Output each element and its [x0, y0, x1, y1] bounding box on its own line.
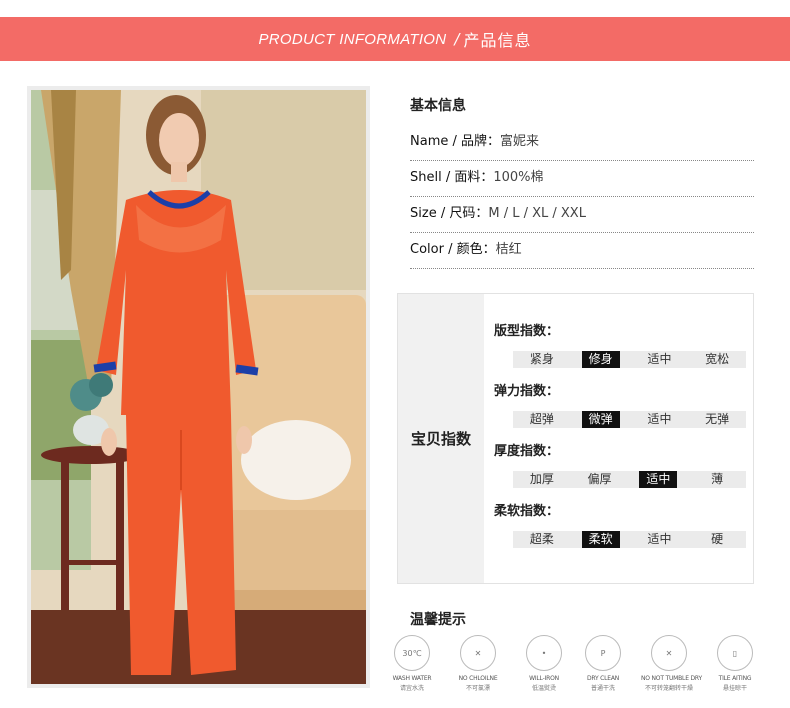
index-option: 薄 [711, 472, 724, 486]
care-glyph: • [541, 648, 547, 658]
index-option: 宽松 [705, 352, 730, 366]
care-english-label: DRY CLEAN [586, 675, 620, 682]
info-label: Shell / 面料： [410, 170, 494, 185]
care-item-no-bleach: ✕ NO CHLOILNE 不可氯漂 [450, 635, 506, 692]
index-option: 适中 [647, 352, 672, 366]
care-item-tile-dry: ▯ TILE AITING 悬挂晾干 [707, 635, 763, 692]
info-label: Size / 尺码： [410, 206, 489, 221]
thickness-index-label: 厚度指数： [494, 444, 560, 459]
index-option: 紧身 [529, 352, 554, 366]
fit-index-scale: 紧身 修身 适中 宽松 [513, 351, 746, 368]
info-value: 富妮来 [500, 134, 540, 149]
tile-dry-icon: ▯ [717, 635, 753, 671]
fit-index-label: 版型指数： [494, 324, 560, 339]
basic-info-title: 基本信息 [410, 98, 466, 114]
care-chinese-label: 普通干洗 [590, 685, 615, 692]
info-row-color: Color / 颜色：桔红 [410, 232, 754, 269]
info-row-name: Name / 品牌：富妮来 [410, 124, 754, 161]
product-index-panel: 宝贝指数 版型指数： 紧身 修身 适中 宽松 弹力指数： 超弹 微弹 适中 无弹… [397, 293, 754, 584]
care-glyph: ▯ [732, 648, 738, 658]
care-glyph: P [600, 648, 606, 658]
product-photo [27, 86, 370, 688]
index-option-selected: 微弹 [581, 411, 620, 428]
care-item-wash: 30℃ WASH WATER 请宜水洗 [384, 635, 440, 692]
dry-clean-icon: P [585, 635, 621, 671]
info-value: 100%棉 [493, 170, 544, 185]
care-glyph: 30℃ [402, 648, 422, 658]
care-chinese-label: 请宜水洗 [399, 685, 424, 692]
info-label: Color / 颜色： [410, 242, 496, 257]
index-option: 适中 [647, 412, 672, 426]
care-english-label: NO NOT TUMBLE DRY [641, 675, 702, 682]
index-option-selected: 适中 [639, 471, 678, 488]
info-label: Name / 品牌： [410, 134, 500, 149]
care-english-label: TILE AITING [718, 675, 752, 682]
elasticity-index-scale: 超弹 微弹 适中 无弹 [513, 411, 746, 428]
info-row-shell: Shell / 面料：100%棉 [410, 160, 754, 197]
product-information-banner: PRODUCT INFORMATION / 产品信息 [0, 17, 790, 61]
model-pajama-illustration [31, 90, 366, 684]
index-option-selected: 柔软 [581, 531, 620, 548]
wash-30-icon: 30℃ [394, 635, 430, 671]
care-chinese-label: 不可氯漂 [465, 685, 490, 692]
index-option: 偏厚 [587, 472, 612, 486]
care-glyph: ✕ [474, 648, 482, 658]
index-option-selected: 修身 [581, 351, 620, 368]
softness-index-label: 柔软指数： [494, 504, 560, 519]
index-option: 超柔 [529, 532, 554, 546]
care-item-low-iron: • WILL-IRON 低温熨烫 [516, 635, 572, 692]
care-english-label: WILL-IRON [529, 675, 559, 682]
care-item-no-tumble-dry: ✕ NO NOT TUMBLE DRY 不可转笼翻转干燥 [641, 635, 702, 692]
care-english-label: NO CHLOILNE [458, 675, 498, 682]
care-chinese-label: 不可转笼翻转干燥 [644, 685, 693, 692]
care-english-label: WASH WATER [392, 675, 432, 682]
no-bleach-icon: ✕ [460, 635, 496, 671]
index-option: 硬 [711, 532, 724, 546]
care-tips-title: 温馨提示 [410, 612, 466, 628]
banner-separator: / [454, 30, 460, 48]
info-row-size: Size / 尺码：M / L / XL / XXL [410, 196, 754, 233]
no-tumble-dry-icon: ✕ [651, 635, 687, 671]
low-iron-icon: • [526, 635, 562, 671]
care-glyph: ✕ [665, 648, 673, 658]
care-chinese-label: 悬挂晾干 [722, 685, 747, 692]
info-value: 桔红 [495, 242, 522, 257]
index-option: 无弹 [705, 412, 730, 426]
banner-english-title: PRODUCT INFORMATION [258, 30, 447, 48]
index-option: 适中 [647, 532, 672, 546]
index-option: 超弹 [529, 412, 554, 426]
info-value: M / L / XL / XXL [488, 206, 586, 221]
product-index-title: 宝贝指数 [398, 294, 484, 583]
care-item-dry-clean: P DRY CLEAN 普通干洗 [575, 635, 631, 692]
elasticity-index-label: 弹力指数： [494, 384, 560, 399]
banner-chinese-title: 产品信息 [463, 31, 532, 50]
thickness-index-scale: 加厚 偏厚 适中 薄 [513, 471, 746, 488]
softness-index-scale: 超柔 柔软 适中 硬 [513, 531, 746, 548]
care-chinese-label: 低温熨烫 [531, 685, 556, 692]
index-option: 加厚 [529, 472, 554, 486]
